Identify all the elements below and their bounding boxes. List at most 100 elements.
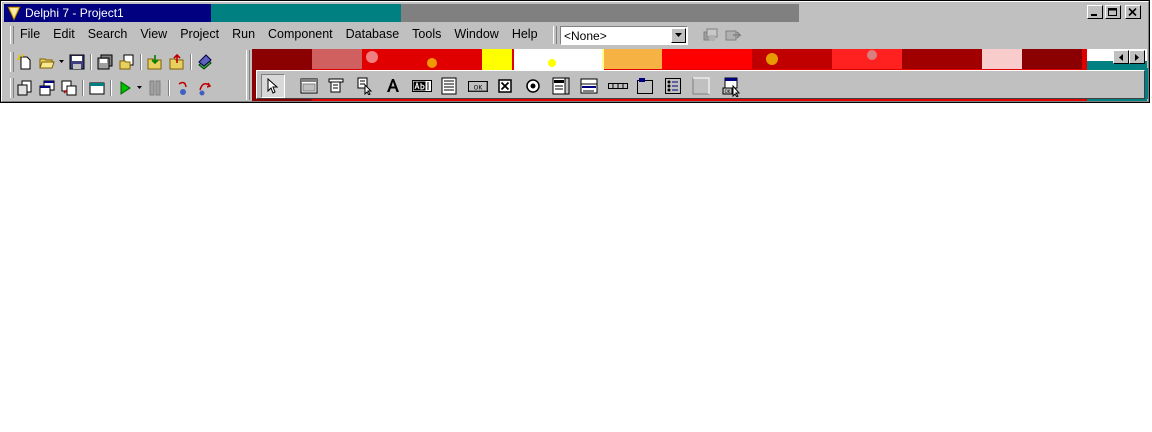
menu-run[interactable]: Run [225, 25, 261, 45]
toggle-form-unit-icon [61, 80, 77, 96]
step-over-button[interactable] [194, 77, 216, 99]
run-button[interactable] [114, 77, 136, 99]
open-project-icon [119, 54, 134, 70]
palette-frames[interactable] [297, 74, 321, 98]
palette-pointer[interactable] [261, 74, 285, 98]
palette-button[interactable]: OK [465, 74, 489, 98]
toggle-form-unit-button[interactable] [58, 77, 80, 99]
new-form-icon [89, 82, 105, 95]
save-button[interactable] [66, 51, 88, 73]
add-file-icon [147, 55, 162, 70]
step-over-icon [199, 82, 212, 96]
palette-listbox[interactable] [549, 74, 573, 98]
open-dropdown[interactable] [58, 51, 66, 73]
desktops-toolbar-grip[interactable] [553, 26, 557, 44]
menu-view[interactable]: View [133, 25, 173, 45]
title-bar[interactable]: Delphi 7 - Project1 [4, 4, 799, 22]
button-icon: OK [468, 81, 488, 92]
maximize-button[interactable] [1105, 5, 1121, 19]
view-unit-icon [17, 80, 32, 96]
palette-panel[interactable] [689, 74, 713, 98]
popup-menu-icon [357, 77, 373, 95]
new-items-button[interactable] [14, 51, 36, 73]
combo-dropdown-button[interactable] [671, 28, 686, 43]
label-icon [387, 79, 399, 92]
menu-search[interactable]: Search [81, 25, 134, 45]
memo-icon [441, 77, 457, 95]
palette-label[interactable] [381, 74, 405, 98]
save-all-button[interactable] [94, 51, 116, 73]
chevron-down-icon [59, 60, 64, 63]
palette-radio-button[interactable] [521, 74, 545, 98]
palette-component-panel: OK OK [256, 68, 1148, 99]
minimize-icon [1091, 14, 1097, 16]
panel-icon [692, 77, 710, 95]
menu-items: File Edit Search View Project Run Compon… [13, 25, 544, 45]
run-dropdown[interactable] [136, 77, 144, 99]
palette-memo[interactable] [437, 74, 461, 98]
svg-text:OK: OK [725, 89, 731, 94]
view-debug-toolbar [14, 77, 216, 99]
menu-tools[interactable]: Tools [405, 25, 447, 45]
run-icon [120, 81, 131, 95]
open-icon [39, 58, 55, 69]
palette-scrollbar[interactable] [605, 74, 629, 98]
radiogroup-icon [665, 78, 681, 94]
menu-project[interactable]: Project [173, 25, 225, 45]
palette-radiogroup[interactable] [661, 74, 685, 98]
open-button[interactable] [36, 51, 58, 73]
new-form-button[interactable] [86, 77, 108, 99]
standard-toolbar [14, 51, 216, 73]
menu-component[interactable]: Component [261, 25, 339, 45]
palette-scroll-right-button[interactable] [1129, 50, 1145, 64]
checkbox-icon [498, 79, 512, 93]
pause-button[interactable] [144, 77, 166, 99]
palette-tab-scroller [1113, 50, 1145, 64]
set-debug-desktop-icon[interactable] [723, 26, 743, 46]
add-file-button[interactable] [144, 51, 166, 73]
caption-buttons [1087, 5, 1141, 19]
save-desktop-icon[interactable] [701, 26, 721, 46]
pause-icon [149, 80, 161, 96]
palette-checkbox[interactable] [493, 74, 517, 98]
palette-main-menu[interactable] [325, 74, 349, 98]
minimize-button[interactable] [1087, 5, 1103, 19]
svg-text:OK: OK [474, 85, 484, 92]
listbox-icon [552, 77, 570, 95]
close-icon [1128, 8, 1137, 17]
palette-popup-menu[interactable] [353, 74, 377, 98]
view-form-icon [39, 80, 55, 96]
palette-edit[interactable] [409, 74, 433, 98]
menu-file[interactable]: File [13, 25, 46, 45]
palette-groupbox[interactable] [633, 74, 657, 98]
pointer-icon [267, 78, 279, 94]
frames-icon [300, 78, 318, 94]
palette-combobox[interactable] [577, 74, 601, 98]
remove-file-button[interactable] [166, 51, 188, 73]
view-form-button[interactable] [36, 77, 58, 99]
menu-help[interactable]: Help [505, 25, 544, 45]
menu-database[interactable]: Database [339, 25, 406, 45]
new-items-icon [17, 54, 31, 70]
trace-into-icon [178, 81, 187, 95]
open-project-button[interactable] [116, 51, 138, 73]
radio-button-icon [526, 79, 540, 93]
delphi-app-icon[interactable] [6, 5, 22, 21]
chevron-down-icon [137, 86, 142, 89]
menu-window[interactable]: Window [447, 25, 504, 45]
remove-file-icon [169, 54, 184, 70]
palette-splitter[interactable] [246, 50, 250, 100]
chevron-down-icon [675, 33, 682, 37]
close-button[interactable] [1125, 5, 1141, 19]
view-unit-button[interactable] [14, 77, 36, 99]
help-contents-button[interactable] [194, 51, 216, 73]
menu-edit[interactable]: Edit [46, 25, 81, 45]
chevron-right-icon [1135, 54, 1139, 61]
trace-into-button[interactable] [172, 77, 194, 99]
action-list-icon: OK [722, 77, 741, 97]
edit-icon [412, 80, 432, 92]
component-palette: OK OK [252, 49, 1148, 101]
palette-scroll-left-button[interactable] [1113, 50, 1129, 64]
palette-action-list[interactable]: OK [719, 74, 743, 98]
desktop-layout-combo[interactable]: <None> [560, 26, 688, 45]
